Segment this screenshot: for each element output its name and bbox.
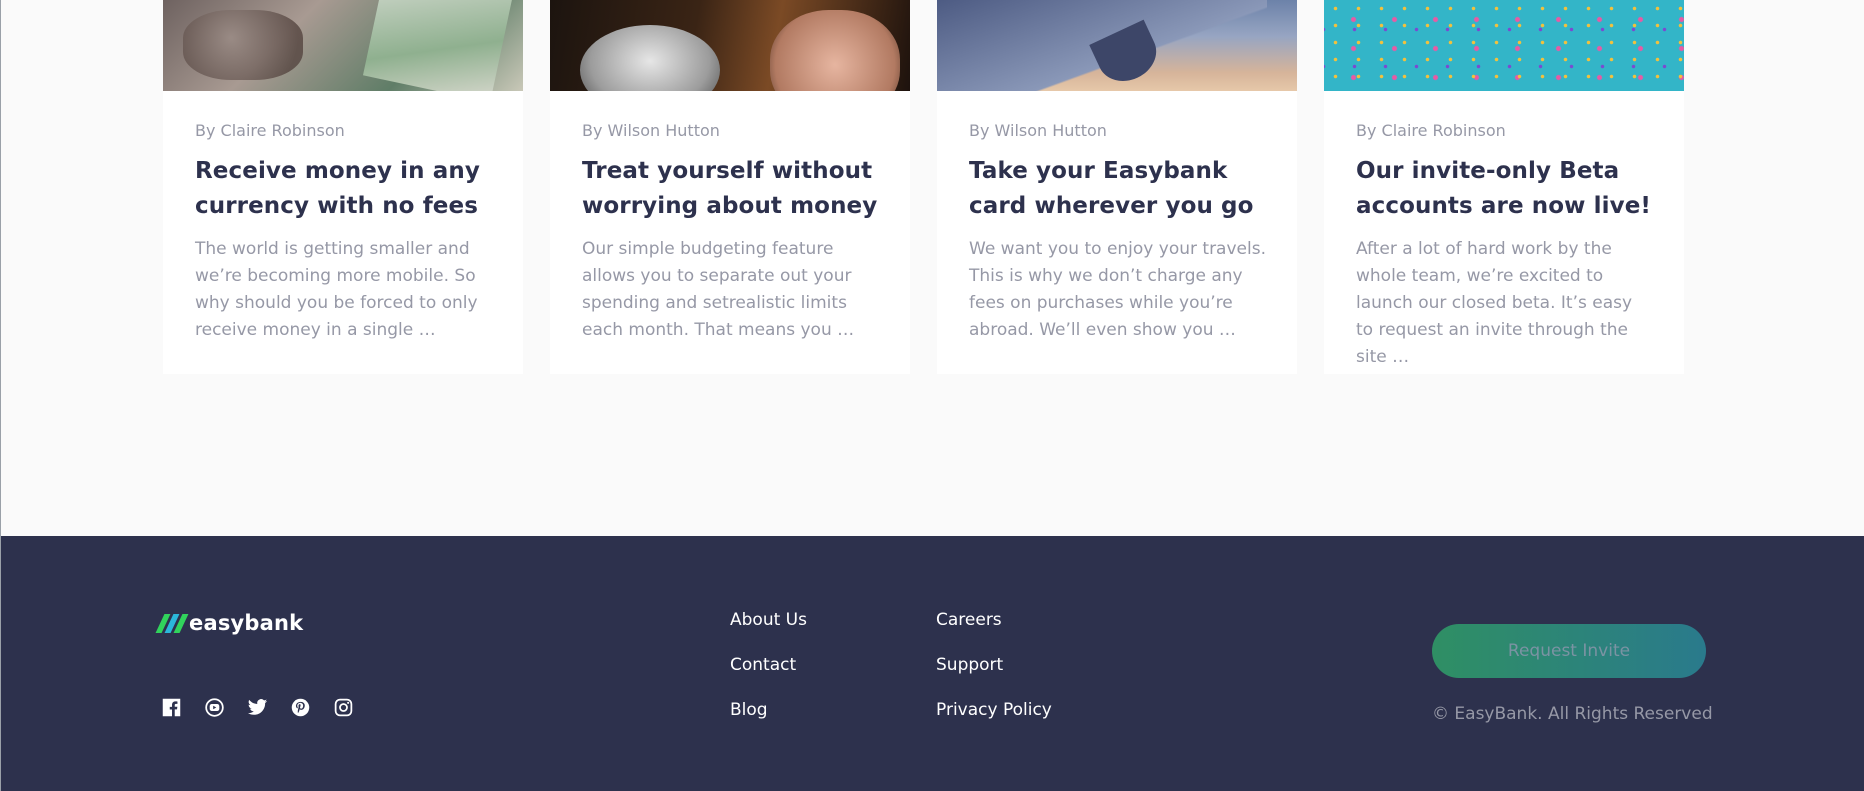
article-excerpt: Our simple budgeting feature allows you …	[582, 239, 855, 340]
pinterest-icon[interactable]	[289, 696, 311, 718]
copyright-text: © EasyBank. All Rights Reserved	[1432, 704, 1713, 724]
site-footer: easybank About Us Contact Blog Careers S…	[1, 536, 1864, 791]
article-card[interactable]: By Claire Robinson Our invite-only Beta …	[1324, 0, 1684, 374]
article-title[interactable]: Receive money in any currency with no fe…	[195, 154, 492, 224]
youtube-icon[interactable]	[203, 696, 225, 718]
article-author: By Claire Robinson	[195, 121, 345, 140]
article-image-plane[interactable]	[937, 0, 1297, 91]
footer-links-secondary: Careers Support Privacy Policy	[936, 608, 1052, 743]
article-card[interactable]: By Claire Robinson Receive money in any …	[163, 0, 523, 374]
footer-link-privacy-policy[interactable]: Privacy Policy	[936, 698, 1052, 743]
article-title[interactable]: Our invite-only Beta accounts are now li…	[1356, 154, 1653, 224]
footer-link-contact[interactable]: Contact	[730, 653, 807, 698]
footer-link-support[interactable]: Support	[936, 653, 1052, 698]
logo-text: easybank	[189, 611, 304, 635]
article-excerpt: After a lot of hard work by the whole te…	[1356, 239, 1633, 367]
article-title[interactable]: Treat yourself without worrying about mo…	[582, 154, 879, 224]
article-excerpt: We want you to enjoy your travels. This …	[969, 239, 1266, 340]
article-author: By Wilson Hutton	[969, 121, 1107, 140]
article-image-currency[interactable]	[163, 0, 523, 91]
footer-link-about-us[interactable]: About Us	[730, 608, 807, 653]
article-card[interactable]: By Wilson Hutton Take your Easybank card…	[937, 0, 1297, 374]
instagram-icon[interactable]	[332, 696, 354, 718]
article-image-confetti[interactable]	[1324, 0, 1684, 91]
logo-mark-icon	[155, 613, 189, 633]
request-invite-button[interactable]: Request Invite	[1432, 624, 1706, 678]
footer-links-primary: About Us Contact Blog	[730, 608, 807, 743]
facebook-icon[interactable]	[160, 696, 182, 718]
article-excerpt: The world is getting smaller and we’re b…	[195, 239, 478, 340]
article-author: By Wilson Hutton	[582, 121, 720, 140]
latest-articles: By Claire Robinson Receive money in any …	[163, 0, 1685, 374]
article-image-restaurant[interactable]	[550, 0, 910, 91]
footer-link-careers[interactable]: Careers	[936, 608, 1052, 653]
footer-logo[interactable]: easybank	[155, 611, 304, 635]
article-author: By Claire Robinson	[1356, 121, 1506, 140]
social-links	[160, 696, 354, 718]
article-title[interactable]: Take your Easybank card wherever you go	[969, 154, 1266, 224]
article-card[interactable]: By Wilson Hutton Treat yourself without …	[550, 0, 910, 374]
twitter-icon[interactable]	[246, 696, 268, 718]
footer-link-blog[interactable]: Blog	[730, 698, 807, 743]
